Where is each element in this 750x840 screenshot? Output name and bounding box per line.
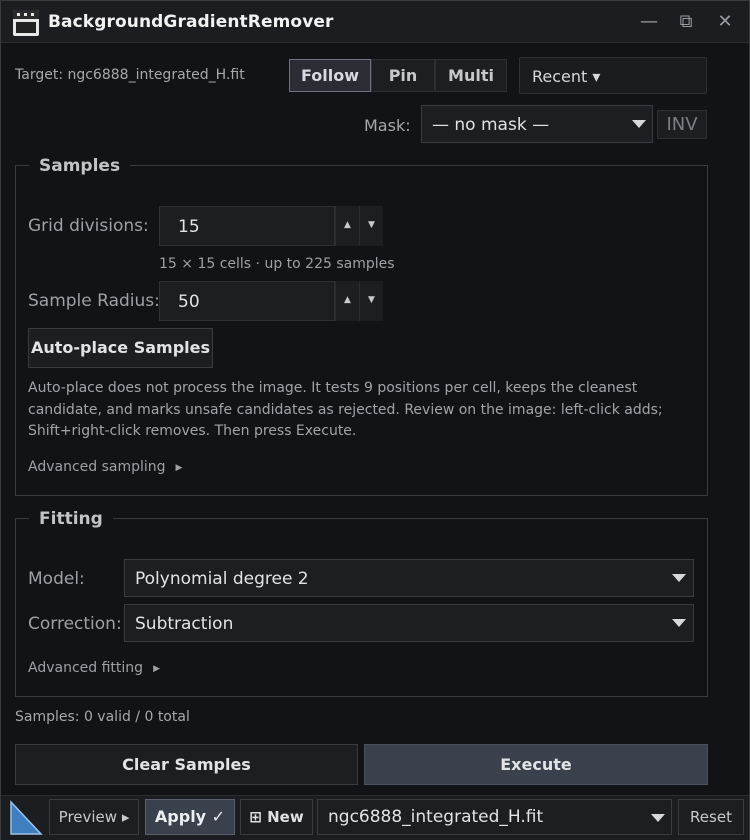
autoplace-samples-button[interactable]: Auto-place Samples — [28, 328, 213, 368]
grid-divisions-input[interactable]: 15 — [159, 206, 335, 246]
mode-multi-button[interactable]: Multi — [435, 59, 507, 92]
sample-radius-input[interactable]: 50 — [159, 281, 335, 321]
advanced-sampling-label: Advanced sampling — [28, 459, 166, 475]
grid-decrement-button[interactable]: ▼ — [359, 206, 383, 246]
mode-pin-button[interactable]: Pin — [371, 59, 435, 92]
chevron-down-icon — [651, 814, 665, 822]
bottom-toolbar: Preview ▸ Apply ✓ ⊞ New ngc6888_integrat… — [1, 795, 749, 840]
grid-increment-button[interactable]: ▲ — [335, 206, 359, 246]
title-bar: BackgroundGradientRemover — ⧉ ✕ — [1, 1, 749, 43]
expand-triangle-icon: ▶ — [153, 664, 160, 674]
radius-increment-button[interactable]: ▲ — [335, 281, 359, 321]
chevron-down-icon — [632, 120, 646, 128]
clear-samples-button[interactable]: Clear Samples — [15, 744, 358, 785]
mask-select[interactable]: — no mask — — [421, 105, 653, 143]
app-logo-icon — [13, 10, 39, 36]
grid-divisions-label: Grid divisions: — [28, 216, 149, 236]
model-label: Model: — [28, 569, 85, 589]
grid-hint: 15 × 15 cells · up to 225 samples — [159, 256, 395, 272]
minimize-icon[interactable]: — — [636, 9, 662, 35]
advanced-fitting-label: Advanced fitting — [28, 660, 144, 676]
mask-value: — no mask — — [432, 115, 550, 135]
fitting-group-title: Fitting — [29, 509, 113, 529]
correction-select[interactable]: Subtraction — [124, 604, 694, 642]
radius-decrement-button[interactable]: ▼ — [359, 281, 383, 321]
target-label: Target: ngc6888_integrated_H.fit — [15, 67, 245, 83]
samples-group-title: Samples — [29, 156, 131, 176]
sample-radius-label: Sample Radius: — [28, 291, 160, 311]
preview-button[interactable]: Preview ▸ — [49, 799, 139, 835]
close-icon[interactable]: ✕ — [712, 9, 738, 35]
chevron-down-icon — [672, 574, 686, 582]
mask-label: Mask: — [364, 116, 411, 135]
expand-triangle-icon: ▶ — [175, 463, 183, 473]
mode-follow-button[interactable]: Follow — [289, 59, 371, 92]
popout-icon[interactable]: ⧉ — [673, 9, 699, 35]
autoplace-description: Auto-place does not process the image. I… — [28, 380, 663, 439]
model-select[interactable]: Polynomial degree 2 — [124, 559, 694, 597]
window-title: BackgroundGradientRemover — [48, 12, 334, 32]
app-window: BackgroundGradientRemover — ⧉ ✕ Target: … — [0, 0, 750, 840]
target-image-select[interactable]: ngc6888_integrated_H.fit — [317, 799, 672, 835]
advanced-fitting-toggle[interactable]: Advanced fitting ▶ — [28, 660, 160, 676]
new-button[interactable]: ⊞ New — [240, 799, 313, 835]
reset-button[interactable]: Reset — [678, 799, 744, 835]
model-value: Polynomial degree 2 — [135, 569, 309, 589]
correction-value: Subtraction — [135, 614, 234, 634]
execute-button[interactable]: Execute — [364, 744, 708, 785]
advanced-sampling-toggle[interactable]: Advanced sampling ▶ — [28, 459, 182, 475]
mask-invert-button[interactable]: INV — [657, 110, 707, 139]
correction-label: Correction: — [28, 614, 122, 634]
samples-count-status: Samples: 0 valid / 0 total — [15, 709, 190, 725]
recent-dropdown[interactable]: Recent ▾ — [519, 57, 707, 94]
triangle-logo-icon — [10, 800, 43, 835]
target-image-value: ngc6888_integrated_H.fit — [328, 807, 544, 827]
chevron-down-icon — [672, 619, 686, 627]
apply-button[interactable]: Apply ✓ — [145, 799, 235, 835]
